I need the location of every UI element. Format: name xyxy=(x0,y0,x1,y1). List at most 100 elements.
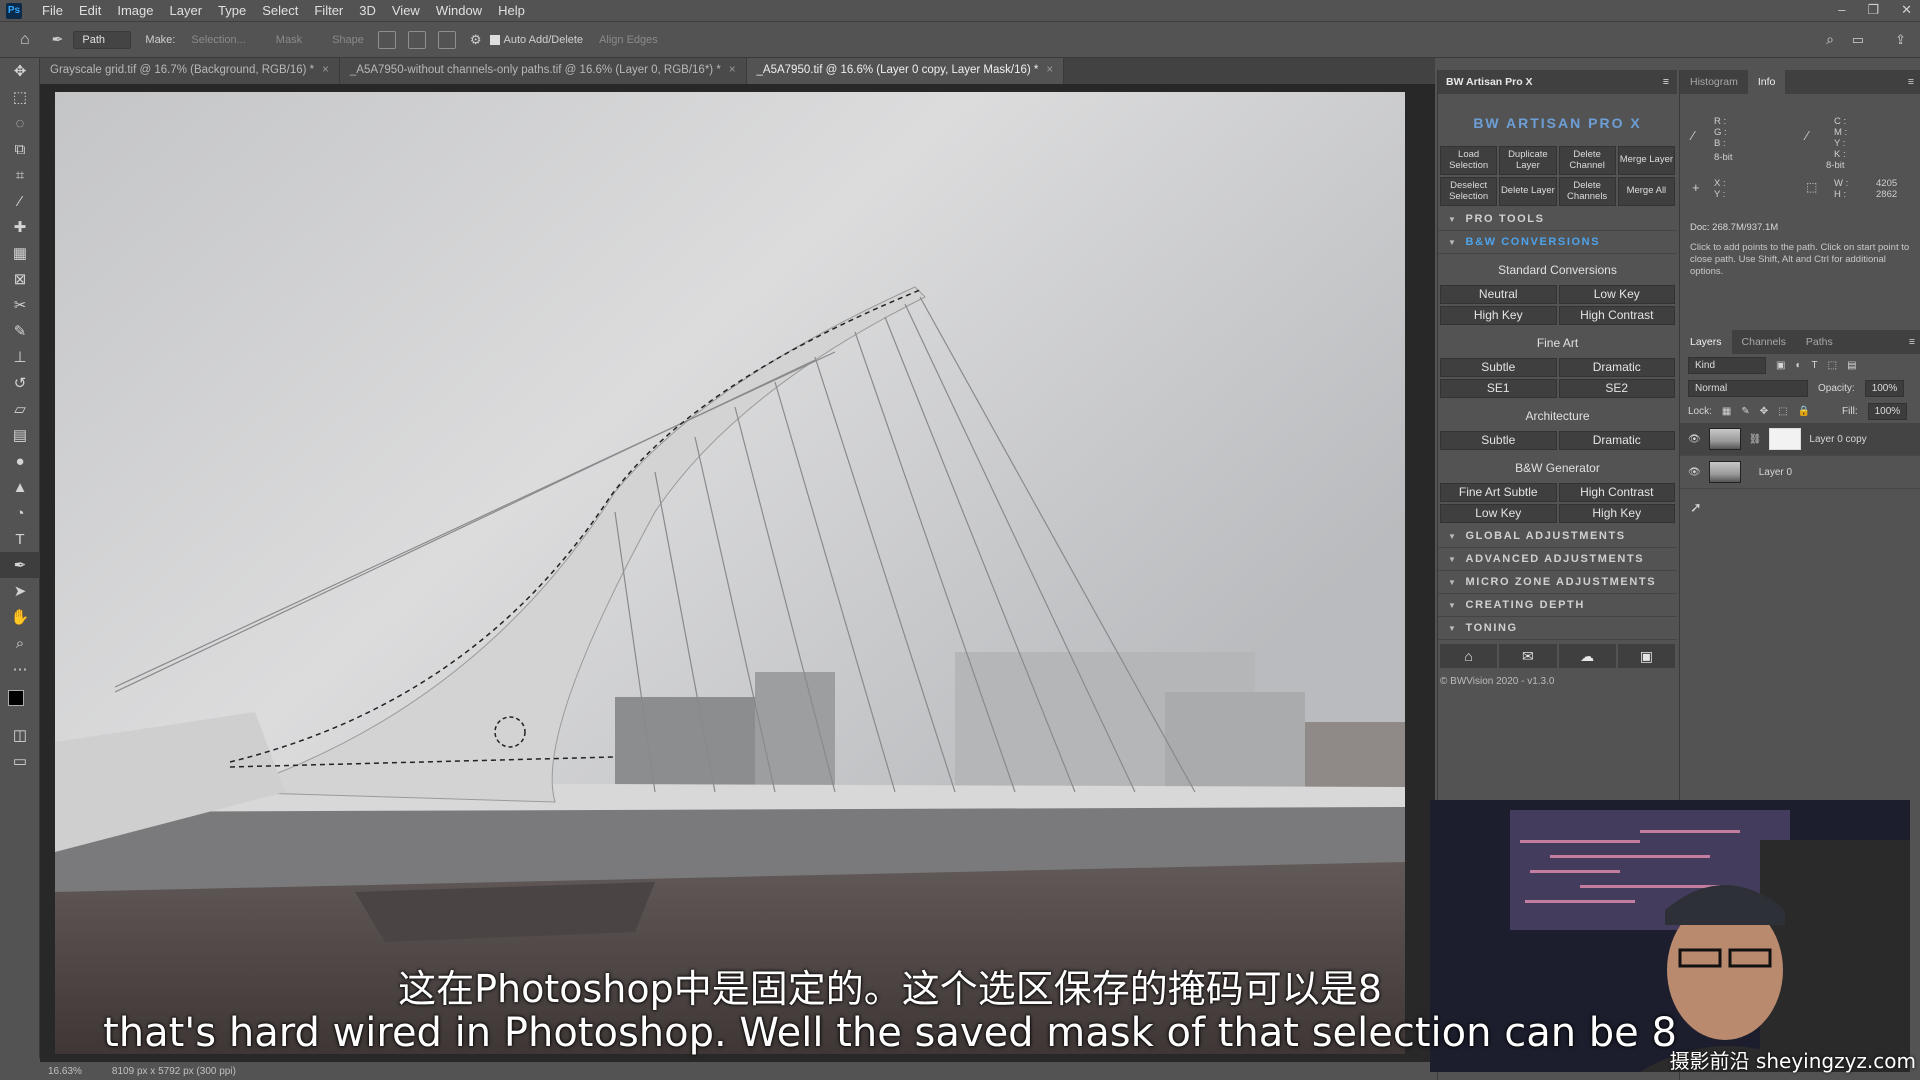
lock-artboard-icon[interactable]: ⬚ xyxy=(1778,406,1787,417)
eraser-tool-icon[interactable]: ▱ xyxy=(0,396,40,422)
dodge-tool-icon[interactable]: ◔ xyxy=(0,500,40,526)
menu-window[interactable]: Window xyxy=(428,3,490,18)
delete-channel-button[interactable]: Delete Channel xyxy=(1558,146,1616,175)
align-edges-checkbox[interactable]: Align Edges xyxy=(599,34,658,46)
fine-art-subtle-gen-button[interactable]: Fine Art Subtle xyxy=(1440,483,1557,502)
mail-icon[interactable]: ✉ xyxy=(1499,644,1557,668)
menu-file[interactable]: File xyxy=(34,3,71,18)
tab-without-channels[interactable]: _A5A7950-without channels-only paths.tif… xyxy=(339,58,747,84)
make-selection-button[interactable]: Selection... xyxy=(191,34,245,46)
menu-help[interactable]: Help xyxy=(490,3,533,18)
tab-histogram[interactable]: Histogram xyxy=(1680,70,1748,94)
patch-tool-icon[interactable]: ▦ xyxy=(0,240,40,266)
fine-art-subtle-button[interactable]: Subtle xyxy=(1440,358,1557,377)
artisan-panel-tab[interactable]: BW Artisan Pro X ≡ xyxy=(1438,70,1677,94)
visibility-eye-icon[interactable]: 👁 xyxy=(1688,434,1701,445)
menu-edit[interactable]: Edit xyxy=(71,3,109,18)
lock-pixels-icon[interactable]: ✎ xyxy=(1741,406,1749,417)
workspace-icon[interactable]: ▭ xyxy=(1852,32,1864,48)
panel-menu-icon[interactable]: ≡ xyxy=(1663,76,1669,88)
pro-tools-section[interactable]: ▼ PRO TOOLS xyxy=(1438,208,1677,231)
gear-icon[interactable]: ⚙ xyxy=(470,32,482,48)
filter-smart-object-icon[interactable]: ▤ xyxy=(1847,360,1856,371)
restore-button[interactable]: ❐ xyxy=(1867,2,1879,18)
zoom-level[interactable]: 16.63% xyxy=(48,1066,82,1077)
zoom-tool-icon[interactable]: ⌕ xyxy=(0,630,40,656)
tab-a5a7950-active[interactable]: _A5A7950.tif @ 16.6% (Layer 0 copy, Laye… xyxy=(746,58,1065,84)
delete-layer-button[interactable]: Delete Layer xyxy=(1499,177,1557,206)
frame-tool-icon[interactable]: ⊠ xyxy=(0,266,40,292)
object-selection-tool-icon[interactable]: ⧉ xyxy=(0,136,40,162)
architecture-dramatic-button[interactable]: Dramatic xyxy=(1558,431,1675,450)
micro-zone-adjustments-section[interactable]: ▼ MICRO ZONE ADJUSTMENTS xyxy=(1438,571,1677,594)
make-shape-button[interactable]: Shape xyxy=(332,34,364,46)
creating-depth-section[interactable]: ▼ CREATING DEPTH xyxy=(1438,594,1677,617)
low-key-button[interactable]: Low Key xyxy=(1558,285,1675,304)
close-tab-icon[interactable]: × xyxy=(729,64,736,76)
mask-link-icon[interactable]: ⛓ xyxy=(1749,434,1762,445)
lock-position-icon[interactable]: ✥ xyxy=(1760,406,1768,417)
merge-layer-button[interactable]: Merge Layer xyxy=(1617,146,1675,175)
search-icon[interactable]: ⌕ xyxy=(1826,31,1834,48)
tab-paths[interactable]: Paths xyxy=(1796,330,1843,354)
brush-tool-icon[interactable]: ✎ xyxy=(0,318,40,344)
advanced-adjustments-section[interactable]: ▼ ADVANCED ADJUSTMENTS xyxy=(1438,548,1677,571)
global-adjustments-section[interactable]: ▼ GLOBAL ADJUSTMENTS xyxy=(1438,525,1677,548)
clone-stamp-tool-icon[interactable]: ⊥ xyxy=(0,344,40,370)
sharpen-tool-icon[interactable]: ▲ xyxy=(0,474,40,500)
move-tool-icon[interactable]: ✥ xyxy=(0,58,40,84)
filter-shape-icon[interactable]: ⬚ xyxy=(1828,360,1837,371)
color-swatches[interactable] xyxy=(0,682,39,722)
pen-tool-icon[interactable]: ✒ xyxy=(0,552,40,578)
tab-grayscale-grid[interactable]: Grayscale grid.tif @ 16.7% (Background, … xyxy=(40,58,340,84)
quick-mask-icon[interactable]: ◫ xyxy=(0,722,40,748)
fine-art-dramatic-button[interactable]: Dramatic xyxy=(1558,358,1675,377)
history-brush-tool-icon[interactable]: ↺ xyxy=(0,370,40,396)
gallery-icon[interactable]: ▣ xyxy=(1617,644,1675,668)
close-button[interactable]: ✕ xyxy=(1901,2,1912,18)
layer-row[interactable]: 👁 ⛓ Layer 0 copy xyxy=(1680,423,1920,456)
path-selection-tool-icon[interactable]: ➤ xyxy=(0,578,40,604)
bridge-photo[interactable] xyxy=(55,92,1405,1054)
foreground-color-swatch[interactable] xyxy=(8,690,24,706)
duplicate-layer-button[interactable]: Duplicate Layer xyxy=(1499,146,1557,175)
make-mask-button[interactable]: Mask xyxy=(276,34,302,46)
high-key-gen-button[interactable]: High Key xyxy=(1558,504,1675,523)
lock-all-icon[interactable]: 🔒 xyxy=(1798,406,1810,417)
tab-channels[interactable]: Channels xyxy=(1732,330,1796,354)
fill-input[interactable]: 100% xyxy=(1867,403,1908,420)
deselect-selection-button[interactable]: Deselect Selection xyxy=(1440,177,1498,206)
menu-type[interactable]: Type xyxy=(210,3,254,18)
home-icon[interactable]: ⌂ xyxy=(1440,644,1498,668)
kind-filter-select[interactable]: Kind xyxy=(1688,357,1766,374)
minimize-button[interactable]: – xyxy=(1838,2,1845,18)
opacity-input[interactable]: 100% xyxy=(1864,380,1905,397)
neutral-button[interactable]: Neutral xyxy=(1440,285,1557,304)
marquee-tool-icon[interactable]: ⬚ xyxy=(0,84,40,110)
crop-tool-icon[interactable]: ⌗ xyxy=(0,162,40,188)
path-arrangement-icon[interactable] xyxy=(437,30,456,49)
tab-info[interactable]: Info xyxy=(1747,70,1786,94)
filter-type-icon[interactable]: T xyxy=(1812,360,1818,371)
menu-filter[interactable]: Filter xyxy=(306,3,351,18)
screen-mode-icon[interactable]: ▭ xyxy=(0,748,40,774)
menu-3d[interactable]: 3D xyxy=(351,3,384,18)
architecture-subtle-button[interactable]: Subtle xyxy=(1440,431,1557,450)
pen-tool-preset-icon[interactable]: ✒ xyxy=(52,31,64,48)
se1-button[interactable]: SE1 xyxy=(1440,379,1557,398)
layer-row[interactable]: 👁 Layer 0 xyxy=(1680,456,1920,489)
cloud-download-icon[interactable]: ☁ xyxy=(1558,644,1616,668)
lasso-tool-icon[interactable]: ◌ xyxy=(0,110,40,136)
pen-mode-select[interactable]: Path xyxy=(73,30,132,49)
share-icon[interactable]: ⇪ xyxy=(1895,32,1906,48)
merge-all-button[interactable]: Merge All xyxy=(1617,177,1675,206)
tab-layers[interactable]: Layers xyxy=(1680,330,1732,354)
bw-conversions-section[interactable]: ▼ B&W CONVERSIONS xyxy=(1438,231,1677,254)
filter-pixel-icon[interactable]: ▣ xyxy=(1776,360,1785,371)
menu-image[interactable]: Image xyxy=(109,3,161,18)
menu-select[interactable]: Select xyxy=(254,3,306,18)
panel-menu-icon[interactable]: ≡ xyxy=(1909,336,1915,348)
path-alignment-icon[interactable] xyxy=(407,30,426,49)
close-tab-icon[interactable]: × xyxy=(322,64,329,76)
canvas-area[interactable] xyxy=(40,84,1435,1062)
